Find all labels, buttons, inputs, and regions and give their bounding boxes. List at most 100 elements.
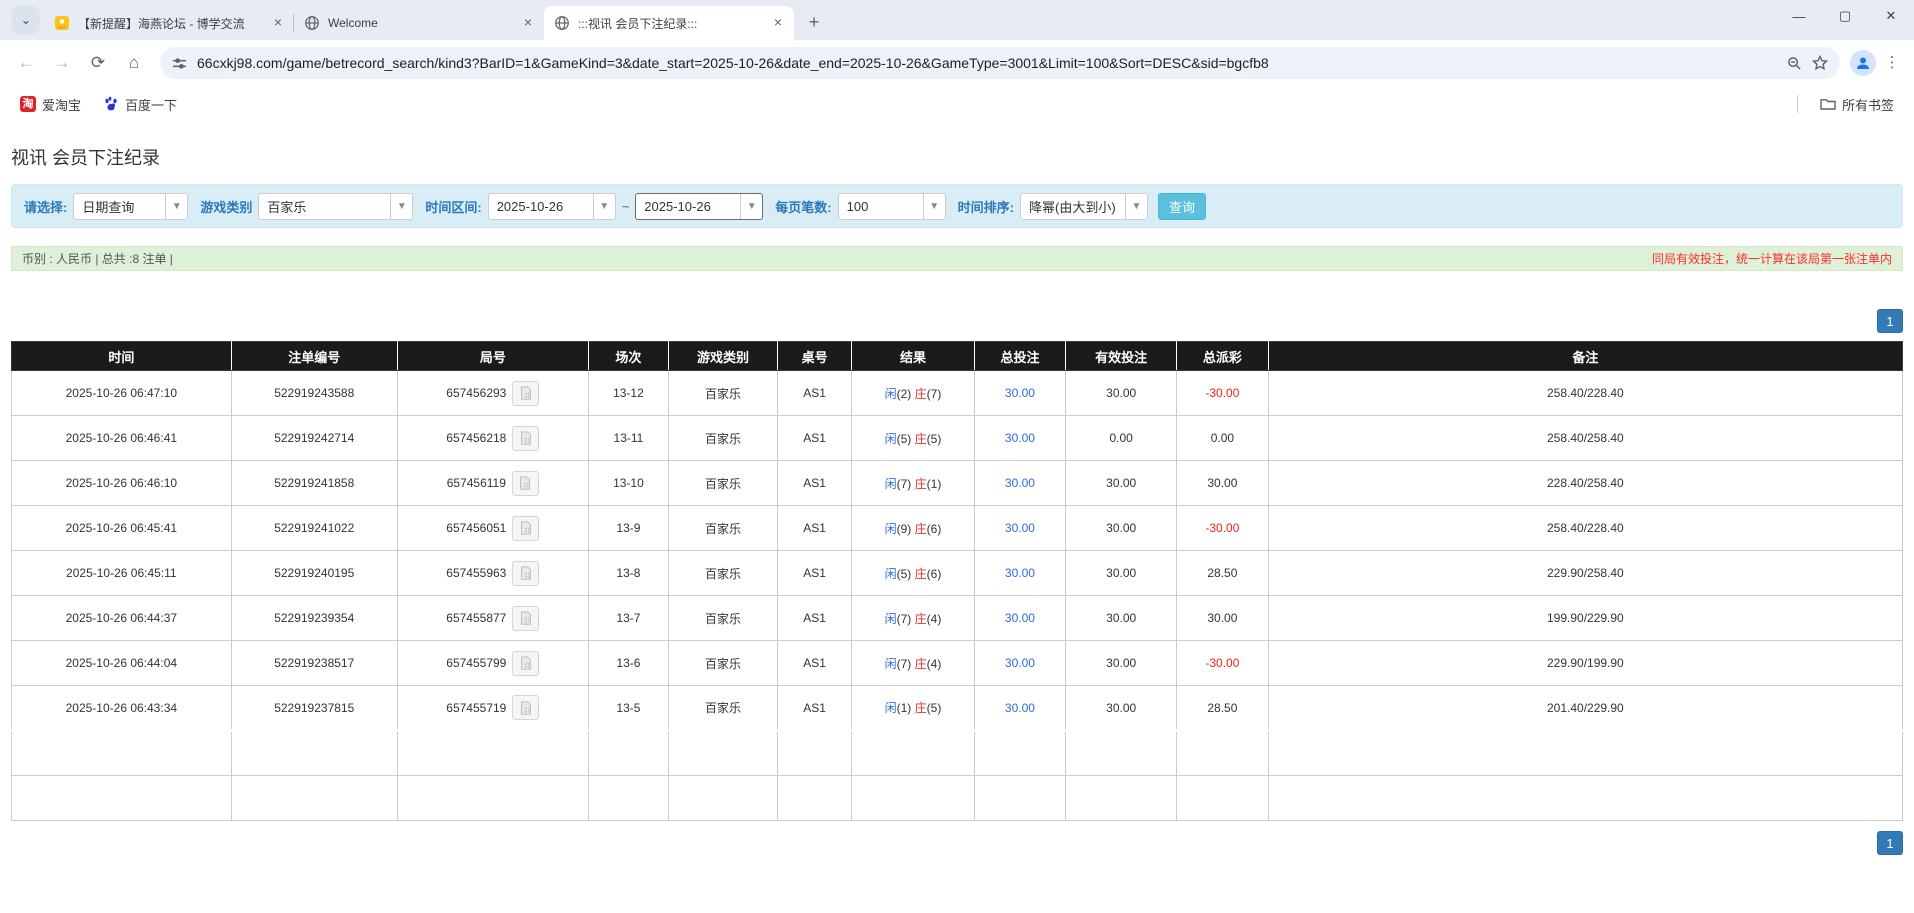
total-bet-link[interactable]: 30.00 xyxy=(1005,476,1035,490)
game-type-select[interactable]: 百家乐 ▼ xyxy=(258,193,413,220)
all-bookmarks-button[interactable]: 所有书签 xyxy=(1812,91,1902,118)
chevron-down-icon: ▼ xyxy=(923,194,945,219)
table-body: 2025-10-26 06:47:10522919243588657456293… xyxy=(12,371,1903,821)
query-type-select[interactable]: 日期查询 ▼ xyxy=(73,193,188,220)
minimize-button[interactable]: — xyxy=(1776,0,1822,32)
video-replay-button[interactable] xyxy=(512,426,539,451)
banker-result: 庄 xyxy=(915,612,927,626)
video-replay-button[interactable] xyxy=(512,651,539,676)
total-row: 总计8240.00210.0027.00 xyxy=(12,776,1903,821)
address-bar[interactable]: 66cxkj98.com/game/betrecord_search/kind3… xyxy=(160,47,1840,79)
site-info-icon[interactable] xyxy=(172,56,187,71)
total-bet-link[interactable]: 30.00 xyxy=(1005,521,1035,535)
cell-result: 闲(1) 庄(5) xyxy=(852,686,974,731)
cell-table-no: AS1 xyxy=(777,686,851,731)
date-start-input[interactable]: 2025-10-26 ▼ xyxy=(488,193,616,220)
cell-game-type: 百家乐 xyxy=(669,416,778,461)
total-bet-link[interactable]: 30.00 xyxy=(1005,611,1035,625)
video-replay-button[interactable] xyxy=(512,561,539,586)
browser-tab[interactable]: :::视讯 会员下注纪录:::× xyxy=(544,6,794,40)
cell-bet-id: 522919238517 xyxy=(231,641,397,686)
video-replay-button[interactable] xyxy=(512,606,539,631)
total-bet-link[interactable]: 30.00 xyxy=(1005,566,1035,580)
page-1-button[interactable]: 1 xyxy=(1877,309,1903,333)
cell-session: 13-9 xyxy=(588,506,668,551)
banker-result: 庄 xyxy=(915,522,927,536)
cell-valid-bet: 30.00 xyxy=(1066,551,1177,596)
subtotal-row: 小计8240.00210.0027.00 xyxy=(12,731,1903,776)
cell-valid-bet: 30.00 xyxy=(1066,596,1177,641)
video-replay-button[interactable] xyxy=(512,381,539,406)
cell-total-bet: 30.00 xyxy=(974,371,1066,416)
forward-button[interactable]: → xyxy=(46,47,78,79)
table-row: 2025-10-26 06:44:04522919238517657455799… xyxy=(12,641,1903,686)
chevron-down-icon: ▼ xyxy=(390,194,412,219)
chevron-down-icon: ▼ xyxy=(740,194,762,219)
search-button[interactable]: 查询 xyxy=(1158,193,1206,220)
zoom-icon[interactable] xyxy=(1787,56,1802,71)
browser-tab[interactable]: Welcome× xyxy=(294,6,544,40)
browser-tab[interactable]: 【新提醒】海燕论坛 - 博学交流× xyxy=(44,6,294,40)
video-replay-button[interactable] xyxy=(512,695,539,720)
cell-remark: 229.90/199.90 xyxy=(1268,641,1902,686)
cell-result: 闲(7) 庄(4) xyxy=(852,641,974,686)
bookmark-item[interactable]: 百度一下 xyxy=(95,91,185,118)
cell-bet-id: 522919237815 xyxy=(231,686,397,731)
query-type-label: 请选择: xyxy=(24,197,67,216)
tab-close-icon[interactable]: × xyxy=(520,15,536,31)
per-page-input[interactable]: 100 ▼ xyxy=(838,193,946,220)
round-id-text: 657456051 xyxy=(446,521,506,535)
back-button[interactable]: ← xyxy=(10,47,42,79)
total-bet-link[interactable]: 30.00 xyxy=(1005,656,1035,670)
summary-empty-cell xyxy=(397,776,588,821)
tab-close-icon[interactable]: × xyxy=(270,15,286,31)
maximize-button[interactable]: ▢ xyxy=(1822,0,1868,32)
cell-time: 2025-10-26 06:47:10 xyxy=(12,371,232,416)
total-bet-link[interactable]: 30.00 xyxy=(1005,386,1035,400)
summary-valid-bet: 210.00 xyxy=(1066,731,1177,776)
banker-result: 庄 xyxy=(915,657,927,671)
banker-result: 庄 xyxy=(915,387,927,401)
cell-table-no: AS1 xyxy=(777,461,851,506)
bookmark-item[interactable]: 淘爱淘宝 xyxy=(12,91,89,118)
browser-menu-icon[interactable]: ⋮ xyxy=(1880,51,1904,75)
tab-search-button[interactable]: ⌄ xyxy=(12,6,40,34)
home-button[interactable]: ⌂ xyxy=(118,47,150,79)
reload-button[interactable]: ⟳ xyxy=(82,47,114,79)
browser-toolbar: ← → ⟳ ⌂ 66cxkj98.com/game/betrecord_sear… xyxy=(0,40,1914,86)
table-row: 2025-10-26 06:46:10522919241858657456119… xyxy=(12,461,1903,506)
folder-icon xyxy=(1820,96,1836,112)
cell-bet-id: 522919242714 xyxy=(231,416,397,461)
total-bet-link[interactable]: 30.00 xyxy=(1005,701,1035,715)
bookmark-label: 爱淘宝 xyxy=(42,95,81,114)
globe-icon xyxy=(554,15,570,31)
summary-empty-cell xyxy=(669,776,778,821)
column-header: 注单编号 xyxy=(231,342,397,371)
video-replay-button[interactable] xyxy=(512,471,539,496)
summary-empty-cell xyxy=(852,731,974,776)
close-button[interactable]: ✕ xyxy=(1868,0,1914,32)
cell-session: 13-7 xyxy=(588,596,668,641)
cell-payout: 28.50 xyxy=(1177,551,1269,596)
cell-game-type: 百家乐 xyxy=(669,371,778,416)
table-row: 2025-10-26 06:43:34522919237815657455719… xyxy=(12,686,1903,731)
round-id-text: 657455963 xyxy=(446,566,506,580)
table-row: 2025-10-26 06:45:11522919240195657455963… xyxy=(12,551,1903,596)
cell-valid-bet: 30.00 xyxy=(1066,371,1177,416)
new-tab-button[interactable]: + xyxy=(800,8,828,36)
cell-result: 闲(9) 庄(6) xyxy=(852,506,974,551)
sort-order-select[interactable]: 降幂(由大到小) ▼ xyxy=(1020,193,1148,220)
tab-close-icon[interactable]: × xyxy=(770,15,786,31)
page-1-button[interactable]: 1 xyxy=(1877,831,1903,855)
date-end-input[interactable]: 2025-10-26 ▼ xyxy=(635,193,763,220)
cell-payout: 30.00 xyxy=(1177,596,1269,641)
total-bet-link[interactable]: 30.00 xyxy=(1005,431,1035,445)
profile-avatar[interactable] xyxy=(1850,50,1876,76)
cell-valid-bet: 30.00 xyxy=(1066,641,1177,686)
url-text[interactable]: 66cxkj98.com/game/betrecord_search/kind3… xyxy=(197,55,1777,71)
cell-payout: 0.00 xyxy=(1177,416,1269,461)
cell-round-id: 657456119 xyxy=(397,461,588,506)
video-replay-button[interactable] xyxy=(512,516,539,541)
tab-strip: ⌄ 【新提醒】海燕论坛 - 博学交流×Welcome×:::视讯 会员下注纪录:… xyxy=(0,0,1914,40)
bookmark-star-icon[interactable] xyxy=(1812,55,1828,71)
